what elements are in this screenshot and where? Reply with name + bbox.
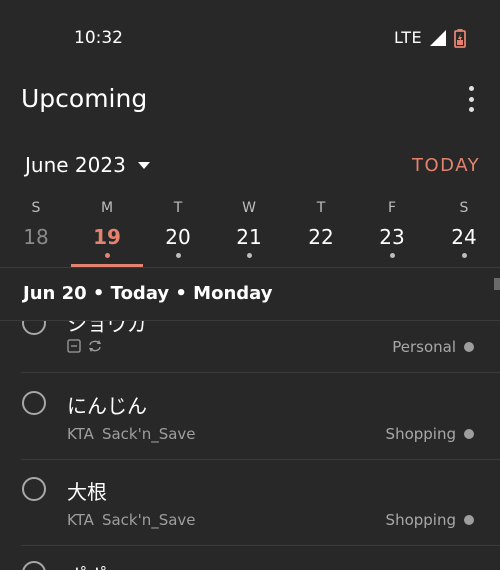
- day-cell[interactable]: T 22: [296, 198, 346, 258]
- day-of-week: T: [173, 200, 183, 216]
- task-label: Sack'n_Save: [101, 425, 196, 443]
- day-of-week: T: [316, 200, 326, 216]
- day-number: 22: [308, 225, 334, 249]
- day-cell[interactable]: F 23: [367, 198, 417, 258]
- task-indicator-dot: [319, 253, 324, 258]
- day-number: 20: [165, 225, 191, 249]
- project-name: Personal: [392, 338, 456, 356]
- complete-checkbox[interactable]: [22, 391, 46, 415]
- project-label[interactable]: Shopping: [386, 425, 474, 443]
- week-strip: S 18 M 19 T 20 W 21 T 22 F 23 S 24: [0, 198, 500, 268]
- task-meta: KTA Sack'n_Save: [67, 511, 196, 529]
- date-section-label: Jun 20 • Today • Monday: [23, 283, 273, 304]
- month-label: June 2023: [25, 153, 126, 177]
- project-name: Shopping: [385, 511, 456, 529]
- dropdown-arrow-icon: [137, 161, 150, 169]
- day-of-week: M: [100, 200, 114, 216]
- day-number: 19: [93, 225, 121, 249]
- month-selector[interactable]: June 2023: [25, 153, 150, 177]
- day-of-week: S: [459, 200, 469, 216]
- more-vert-icon[interactable]: [462, 86, 480, 112]
- complete-checkbox[interactable]: [22, 561, 46, 570]
- status-time: 10:32: [74, 28, 123, 48]
- list-item[interactable]: ポポ: [0, 546, 500, 570]
- project-color-dot: [464, 342, 474, 352]
- day-cell[interactable]: S 18: [11, 198, 61, 258]
- task-list[interactable]: ショウガ Personal にんじん KTA Sack'n_Save Shopp…: [0, 321, 500, 570]
- task-name: にんじん: [67, 394, 147, 418]
- task-name: ポポ: [67, 560, 107, 570]
- task-indicator-dot: [389, 253, 395, 258]
- list-item[interactable]: 大根 KTA Sack'n_Save Shopping: [0, 460, 500, 546]
- list-item[interactable]: ショウガ Personal: [0, 321, 500, 373]
- today-button[interactable]: TODAY: [412, 155, 480, 176]
- battery-icon: [454, 29, 466, 48]
- task-indicator-dot: [461, 253, 467, 258]
- project-label[interactable]: Shopping: [386, 511, 474, 529]
- day-cell[interactable]: T 20: [153, 198, 203, 258]
- complete-checkbox[interactable]: [22, 477, 46, 501]
- day-number: 24: [451, 225, 477, 249]
- day-of-week: F: [387, 200, 397, 216]
- task-name: ショウガ: [67, 321, 147, 336]
- day-cell[interactable]: W 21: [224, 198, 274, 258]
- signal-icon: [430, 30, 446, 46]
- project-color-dot: [464, 515, 474, 525]
- task-name: 大根: [67, 480, 107, 504]
- page-title: Upcoming: [21, 84, 148, 113]
- day-number: 23: [379, 225, 405, 249]
- task-indicator-dot: [175, 253, 181, 258]
- project-name: Shopping: [385, 425, 456, 443]
- task-meta: KTA Sack'n_Save: [67, 425, 196, 443]
- list-item[interactable]: にんじん KTA Sack'n_Save Shopping: [0, 373, 500, 460]
- scrollbar-thumb[interactable]: [494, 278, 500, 290]
- day-number: 18: [23, 225, 49, 249]
- task-indicator-dot: [246, 253, 252, 258]
- task-label: Sack'n_Save: [101, 511, 196, 529]
- project-color-dot: [464, 429, 474, 439]
- day-cell[interactable]: S 24: [439, 198, 489, 258]
- calendar-icon: [67, 339, 81, 353]
- day-number: 21: [236, 225, 262, 249]
- day-cell-selected[interactable]: M 19: [82, 198, 132, 258]
- day-of-week: W: [242, 200, 256, 216]
- task-section: KTA: [67, 425, 94, 443]
- day-of-week: S: [31, 200, 41, 216]
- network-type: LTE: [394, 28, 423, 47]
- project-label[interactable]: Personal: [392, 338, 474, 356]
- complete-checkbox[interactable]: [22, 321, 46, 335]
- task-meta: [67, 339, 103, 353]
- task-indicator-dot: [104, 253, 110, 258]
- task-indicator-dot: [34, 253, 39, 258]
- task-section: KTA: [67, 511, 94, 529]
- recurring-icon: [89, 340, 101, 352]
